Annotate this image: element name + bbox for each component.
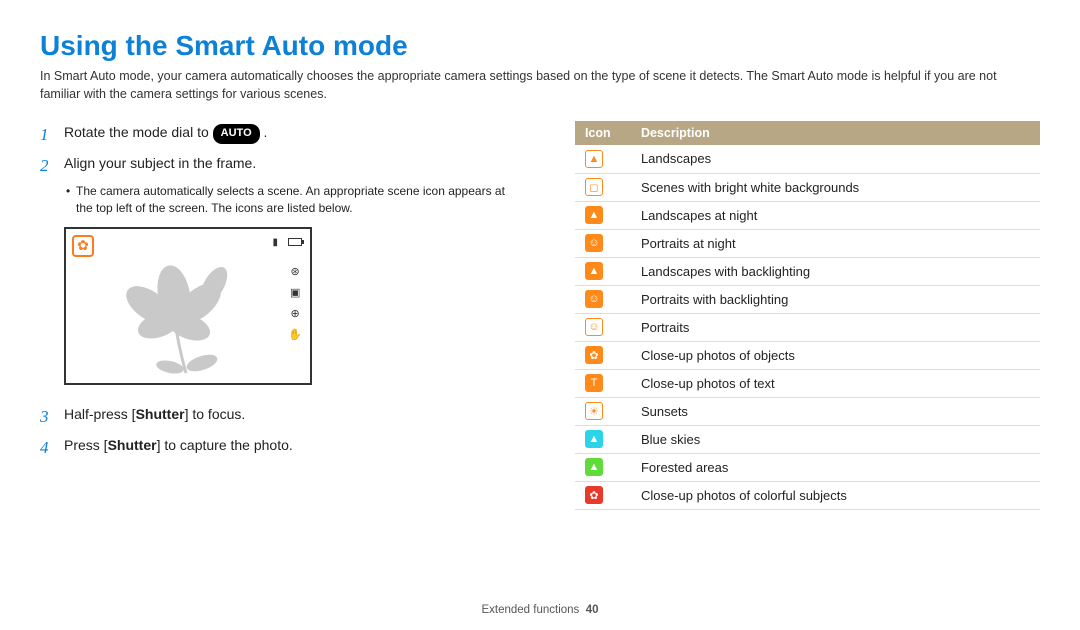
table-row: ☺ Portraits — [575, 313, 1040, 341]
icon-cell: ▲ — [575, 453, 631, 481]
footer-section: Extended functions — [481, 604, 579, 616]
desc-cell: Landscapes — [631, 145, 1040, 173]
scene-icon: ✿ — [585, 486, 603, 504]
desc-cell: Landscapes at night — [631, 201, 1040, 229]
table-row: T Close-up photos of text — [575, 369, 1040, 397]
zoom-icon: ⊕ — [291, 307, 300, 320]
step-4-bold: Shutter — [108, 437, 157, 453]
scene-icon: ▲ — [585, 430, 603, 448]
table-row: ☀ Sunsets — [575, 397, 1040, 425]
scene-icon: ▲ — [585, 206, 603, 224]
steps-column: 1 Rotate the mode dial to AUTO . 2 Align… — [40, 121, 515, 510]
table-row: ▲ Blue skies — [575, 425, 1040, 453]
icon-cell: ◻ — [575, 173, 631, 201]
icon-cell: ▲ — [575, 257, 631, 285]
desc-cell: Forested areas — [631, 453, 1040, 481]
step-number: 2 — [40, 152, 54, 179]
scene-icon: ✿ — [585, 346, 603, 364]
desc-cell: Scenes with bright white backgrounds — [631, 173, 1040, 201]
table-row: ▲ Landscapes — [575, 145, 1040, 173]
exposure-indicator-icon: ▮ — [272, 237, 278, 248]
page-footer: Extended functions 40 — [0, 604, 1080, 616]
desc-cell: Close-up photos of objects — [631, 341, 1040, 369]
icon-table-column: Icon Description ▲ Landscapes ◻ Scenes with… — [575, 121, 1040, 510]
step-1-text-pre: Rotate the mode dial to — [64, 124, 213, 140]
table-row: ▲ Forested areas — [575, 453, 1040, 481]
table-row: ☺ Portraits at night — [575, 229, 1040, 257]
frame-icon: ▣ — [290, 286, 300, 299]
desc-cell: Portraits at night — [631, 229, 1040, 257]
battery-icon — [288, 238, 302, 246]
scene-icon-macro: ✿ — [72, 235, 94, 257]
desc-cell: Landscapes with backlighting — [631, 257, 1040, 285]
step-number: 4 — [40, 434, 54, 461]
table-row: ▲ Landscapes at night — [575, 201, 1040, 229]
table-row: ☺ Portraits with backlighting — [575, 285, 1040, 313]
icon-cell: ☀ — [575, 397, 631, 425]
table-row: ▲ Landscapes with backlighting — [575, 257, 1040, 285]
scene-icon: T — [585, 374, 603, 392]
step-3: 3 Half-press [Shutter] to focus. — [40, 403, 515, 430]
table-row: ✿ Close-up photos of objects — [575, 341, 1040, 369]
camera-preview: ✿ ▮ ⊛ ▣ ⊕ ✋ — [64, 227, 312, 385]
step-number: 1 — [40, 121, 54, 148]
desc-cell: Close-up photos of text — [631, 369, 1040, 397]
step-4-pre: Press [ — [64, 437, 108, 453]
icon-cell: ☺ — [575, 313, 631, 341]
icon-cell: ☺ — [575, 229, 631, 257]
status-bar: ▮ — [272, 237, 302, 248]
icon-cell: ✿ — [575, 481, 631, 509]
desc-cell: Portraits — [631, 313, 1040, 341]
step-1: 1 Rotate the mode dial to AUTO . — [40, 121, 515, 148]
icon-cell: ▲ — [575, 201, 631, 229]
scene-icon: ▲ — [585, 458, 603, 476]
desc-cell: Sunsets — [631, 397, 1040, 425]
scene-icon-table: Icon Description ▲ Landscapes ◻ Scenes with… — [575, 121, 1040, 510]
scene-icon: ▲ — [585, 262, 603, 280]
step-1-text-post: . — [260, 124, 268, 140]
step-number: 3 — [40, 403, 54, 430]
icon-cell: ☺ — [575, 285, 631, 313]
step-4-post: ] to capture the photo. — [157, 437, 293, 453]
scene-icon: ☺ — [585, 318, 603, 336]
th-desc: Description — [631, 121, 1040, 145]
step-3-post: ] to focus. — [185, 406, 246, 422]
step-2-text: Align your subject in the frame. — [64, 152, 256, 179]
desc-cell: Blue skies — [631, 425, 1040, 453]
auto-badge: AUTO — [213, 124, 260, 144]
scene-icon: ☺ — [585, 234, 603, 252]
step-4: 4 Press [Shutter] to capture the photo. — [40, 434, 515, 461]
table-row: ✿ Close-up photos of colorful subjects — [575, 481, 1040, 509]
step-3-pre: Half-press [ — [64, 406, 136, 422]
scene-icon: ☺ — [585, 290, 603, 308]
step-2: 2 Align your subject in the frame. — [40, 152, 515, 179]
step-2-subtext: The camera automatically selects a scene… — [76, 183, 515, 217]
flower-illustration — [114, 255, 264, 375]
icon-cell: ✿ — [575, 341, 631, 369]
step-3-bold: Shutter — [136, 406, 185, 422]
th-icon: Icon — [575, 121, 631, 145]
scene-icon: ▲ — [585, 150, 603, 168]
scene-icon: ☀ — [585, 402, 603, 420]
icon-cell: ▲ — [575, 425, 631, 453]
table-row: ◻ Scenes with bright white backgrounds — [575, 173, 1040, 201]
side-icon-stack: ⊛ ▣ ⊕ ✋ — [288, 265, 302, 341]
icon-cell: ▲ — [575, 145, 631, 173]
intro-text: In Smart Auto mode, your camera automati… — [40, 68, 1040, 103]
flash-icon: ⊛ — [291, 265, 300, 278]
desc-cell: Portraits with backlighting — [631, 285, 1040, 313]
page-title: Using the Smart Auto mode — [40, 30, 1040, 62]
desc-cell: Close-up photos of colorful subjects — [631, 481, 1040, 509]
scene-icon: ◻ — [585, 178, 603, 196]
footer-page: 40 — [586, 604, 599, 616]
icon-cell: T — [575, 369, 631, 397]
stabilization-icon: ✋ — [288, 328, 302, 341]
